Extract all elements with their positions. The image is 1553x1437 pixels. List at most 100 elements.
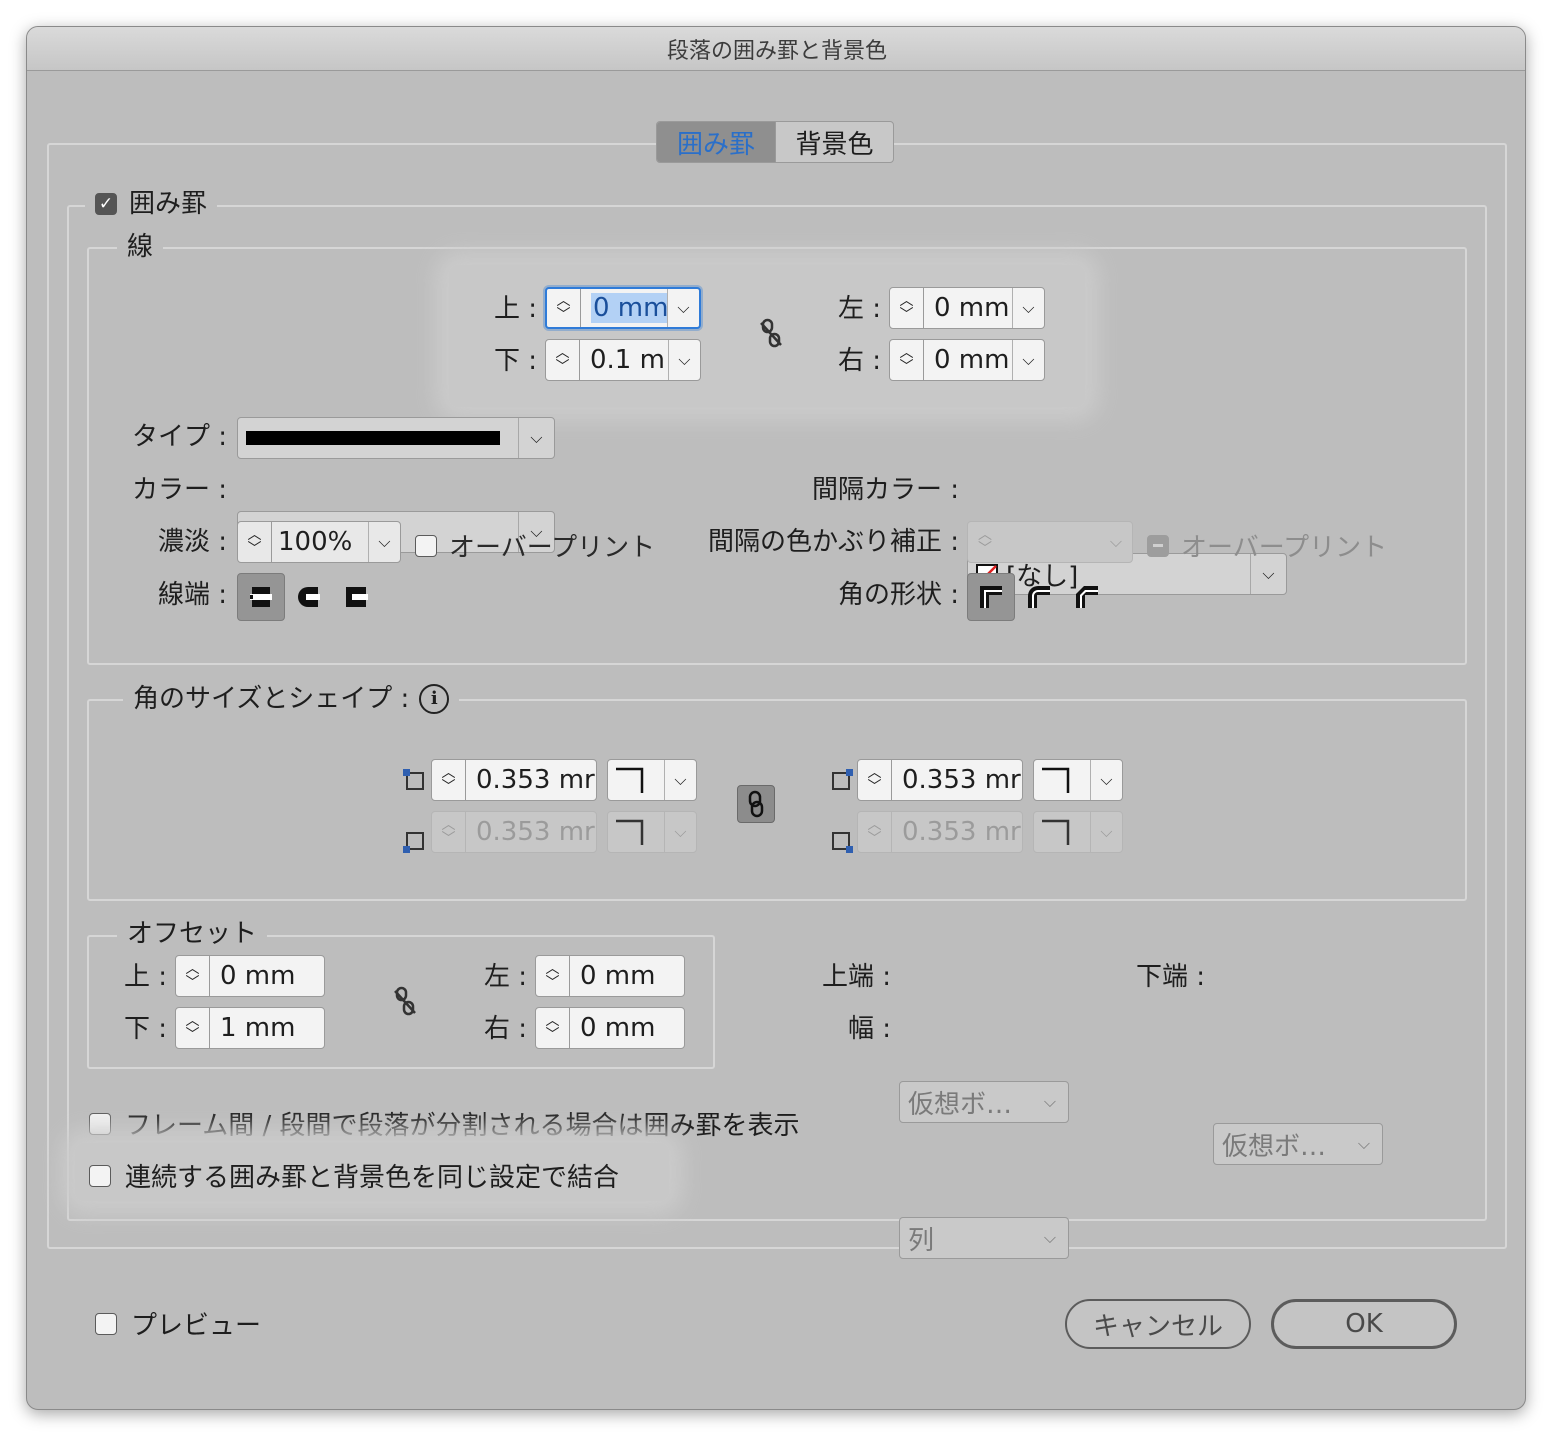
bevel-join-icon[interactable]	[1063, 573, 1111, 621]
tab-background[interactable]: 背景色	[775, 122, 893, 162]
stepper-icon[interactable]: ︿ ﹀	[890, 288, 924, 328]
link-chain-icon[interactable]	[737, 785, 775, 823]
stepper-icon[interactable]: ︿ ﹀	[176, 1008, 210, 1048]
border-toggle-label: 囲み罫	[129, 189, 208, 219]
offset-unlink-chain-icon[interactable]	[389, 985, 421, 1017]
butt-cap-icon[interactable]	[237, 573, 285, 621]
stepper-icon[interactable]: ︿ ﹀	[858, 760, 892, 800]
stepper-icon[interactable]: ︿ ﹀	[536, 956, 570, 996]
chevron-down-icon[interactable]: ⌵	[1090, 760, 1122, 800]
stroke-top-label: 上 :	[493, 294, 537, 324]
chevron-down-icon[interactable]: ⌵	[1012, 288, 1044, 328]
gap-overprint-label: オーバープリント	[1181, 533, 1388, 563]
top-right-corner-shape-dropdown[interactable]: ⌵	[1033, 759, 1123, 801]
gap-overprint-checkbox[interactable]	[1147, 534, 1169, 557]
chevron-down-icon[interactable]: ⌵	[368, 522, 400, 562]
offset-left-field[interactable]: ︿ ﹀ 0 mm	[535, 955, 685, 997]
stepper-icon[interactable]: ︿ ﹀	[536, 1008, 570, 1048]
tint-field[interactable]: ︿ ﹀ 100% ⌵	[237, 521, 401, 563]
offset-right-field[interactable]: ︿ ﹀ 0 mm	[535, 1007, 685, 1049]
type-dropdown[interactable]: ⌵	[237, 417, 555, 459]
stepper-icon[interactable]: ︿ ﹀	[432, 760, 466, 800]
stroke-top-field[interactable]: ︿ ﹀ 0 mm ⌵	[545, 287, 701, 329]
stepper-icon[interactable]: ︿ ﹀	[890, 340, 924, 380]
preview-checkbox[interactable]	[95, 1312, 117, 1335]
top-edge-value: 仮想ボ…	[908, 1089, 1013, 1120]
bottom-right-corner-size-value: 0.353 mr	[902, 817, 1021, 847]
stepper-icon[interactable]: ︿ ﹀	[176, 956, 210, 996]
top-left-corner-size-value: 0.353 mr	[476, 765, 595, 795]
border-toggle[interactable]: ✓ 囲み罫	[85, 189, 218, 219]
border-checkbox[interactable]: ✓	[95, 193, 117, 215]
merge-border-label: 連続する囲み罫と背景色を同じ設定で結合	[125, 1163, 620, 1193]
offset-left-label: 左 :	[483, 962, 527, 992]
split-border-checkbox[interactable]	[89, 1112, 111, 1135]
merge-border-checkbox[interactable]	[89, 1164, 111, 1187]
top-edge-dropdown[interactable]: 仮想ボ… ⌵	[899, 1081, 1069, 1123]
overprint-option[interactable]: オーバープリント	[415, 527, 655, 564]
bottom-left-corner-size-value: 0.353 mr	[476, 817, 595, 847]
projecting-cap-icon[interactable]	[333, 573, 381, 621]
round-cap-icon[interactable]	[285, 573, 333, 621]
top-edge-label: 上端 :	[821, 962, 891, 992]
stepper-icon[interactable]: ︿ ﹀	[968, 522, 1002, 562]
split-border-option[interactable]: フレーム間 / 段間で段落が分割される場合は囲み罫を表示	[89, 1105, 800, 1142]
chevron-down-icon[interactable]: ⌵	[667, 289, 699, 327]
chevron-down-icon[interactable]: ⌵	[1012, 340, 1044, 380]
square-corner-icon	[608, 760, 664, 800]
tab-border[interactable]: 囲み罫	[657, 122, 775, 162]
stroke-left-field[interactable]: ︿ ﹀ 0 mm ⌵	[889, 287, 1045, 329]
unlink-chain-icon[interactable]	[755, 317, 787, 349]
chevron-down-icon[interactable]: ⌵	[1032, 1218, 1068, 1258]
join-label: 角の形状 :	[837, 580, 959, 610]
bottom-edge-dropdown[interactable]: 仮想ボ… ⌵	[1213, 1123, 1383, 1165]
width-dropdown[interactable]: 列 ⌵	[899, 1217, 1069, 1259]
chevron-down-icon[interactable]: ⌵	[664, 812, 696, 852]
window-title: 段落の囲み罫と背景色	[27, 27, 1525, 71]
stroke-left-value: 0 mm	[934, 293, 1010, 323]
preview-option[interactable]: プレビュー	[95, 1305, 261, 1342]
chevron-down-icon[interactable]: ⌵	[668, 340, 700, 380]
merge-border-option[interactable]: 連続する囲み罫と背景色を同じ設定で結合	[89, 1157, 619, 1194]
ok-button[interactable]: OK	[1271, 1299, 1457, 1349]
chevron-down-icon[interactable]: ⌵	[518, 418, 554, 458]
square-corner-icon	[608, 812, 664, 852]
split-border-label: フレーム間 / 段間で段落が分割される場合は囲み罫を表示	[125, 1111, 800, 1141]
stroke-right-label: 右 :	[837, 346, 881, 376]
chevron-down-icon[interactable]: ⌵	[1100, 522, 1132, 562]
preview-label: プレビュー	[131, 1311, 262, 1341]
corner-legend: 角のサイズとシェイプ : i	[123, 683, 460, 715]
cancel-button[interactable]: キャンセル	[1065, 1299, 1251, 1349]
overprint-checkbox[interactable]	[415, 534, 437, 557]
stroke-bottom-field[interactable]: ︿ ﹀ 0.1 m ⌵	[545, 339, 701, 381]
stepper-icon[interactable]: ︿ ﹀	[858, 812, 892, 852]
chevron-down-icon[interactable]: ⌵	[664, 760, 696, 800]
stroke-right-field[interactable]: ︿ ﹀ 0 mm ⌵	[889, 339, 1045, 381]
bottom-left-corner-size-field[interactable]: ︿ ﹀ 0.353 mr	[431, 811, 597, 853]
stepper-icon[interactable]: ︿ ﹀	[547, 289, 581, 327]
offset-top-field[interactable]: ︿ ﹀ 0 mm	[175, 955, 325, 997]
square-corner-icon	[1034, 760, 1090, 800]
gap-overprint-option[interactable]: オーバープリント	[1147, 527, 1387, 564]
bottom-right-corner-shape-dropdown[interactable]: ⌵	[1033, 811, 1123, 853]
stepper-icon[interactable]: ︿ ﹀	[238, 522, 272, 562]
gap-tint-field[interactable]: ︿ ﹀ ⌵	[967, 521, 1133, 563]
miter-join-icon[interactable]	[967, 573, 1015, 621]
stepper-icon[interactable]: ︿ ﹀	[546, 340, 580, 380]
width-value: 列	[908, 1225, 935, 1256]
round-join-icon[interactable]	[1015, 573, 1063, 621]
top-left-corner-shape-dropdown[interactable]: ⌵	[607, 759, 697, 801]
offset-bottom-field[interactable]: ︿ ﹀ 1 mm	[175, 1007, 325, 1049]
bottom-right-corner-size-field[interactable]: ︿ ﹀ 0.353 mr	[857, 811, 1023, 853]
chevron-down-icon[interactable]: ⌵	[1346, 1124, 1382, 1164]
info-icon[interactable]: i	[419, 684, 450, 714]
top-right-corner-size-field[interactable]: ︿ ﹀ 0.353 mr	[857, 759, 1023, 801]
chevron-down-icon[interactable]: ⌵	[1032, 1082, 1068, 1122]
stepper-icon[interactable]: ︿ ﹀	[432, 812, 466, 852]
chevron-down-icon[interactable]: ⌵	[1090, 812, 1122, 852]
overprint-label: オーバープリント	[449, 533, 656, 563]
stroke-left-label: 左 :	[837, 294, 881, 324]
top-left-corner-size-field[interactable]: ︿ ﹀ 0.353 mr	[431, 759, 597, 801]
bottom-left-corner-shape-dropdown[interactable]: ⌵	[607, 811, 697, 853]
stroke-top-value: 0 mm	[591, 293, 667, 323]
